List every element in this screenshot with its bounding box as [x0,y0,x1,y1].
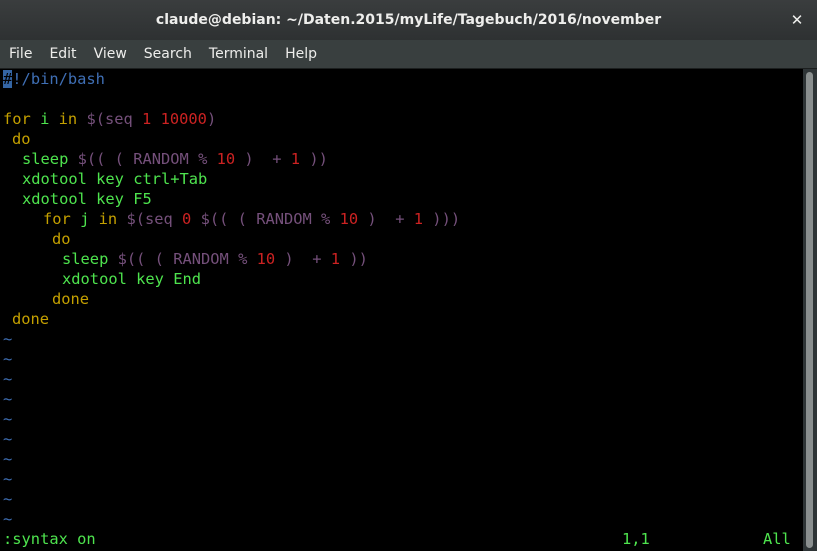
empty-line-marker: ~ [3,470,13,488]
code-line-3: for i in $(seq 1 10000) [3,109,216,129]
number: 0 [182,210,192,228]
empty-line-marker: ~ [3,450,13,468]
substitution: $(seq [77,110,143,128]
code-line-4: do [12,129,31,149]
command-sleep: sleep [22,150,69,168]
code-line-6: xdotool key ctrl+Tab [22,170,208,188]
empty-line-marker: ~ [3,330,13,348]
substitution: ))) [423,210,461,228]
window-title: claude@debian: ~/Daten.2015/myLife/Tageb… [155,12,662,28]
empty-line-marker: ~ [3,430,13,448]
keyword-do: do [12,130,31,148]
code-line-13: done [12,310,50,328]
scroll-indicator: All [763,530,791,548]
number: 1 [142,110,152,128]
code-line-8: for j in $(seq 0 $(( ( RANDOM % 10 ) + 1… [43,209,460,229]
substitution: $(( ( RANDOM % [108,250,257,268]
empty-line-marker: ~ [3,510,13,528]
code-line-11: xdotool key End [62,270,201,288]
command-sleep: sleep [62,250,109,268]
number: 10 [339,210,359,228]
code-line-10: sleep $(( ( RANDOM % 10 ) + 1 )) [62,249,368,269]
number: 10000 [160,110,207,128]
menu-view[interactable]: View [77,40,127,68]
cursor-position: 1,1 [622,530,650,548]
menu-bar: File Edit View Search Terminal Help [0,40,817,69]
menu-terminal[interactable]: Terminal [192,40,268,68]
substitution: $(( ( RANDOM % [191,210,340,228]
empty-line-marker: ~ [3,490,13,508]
menu-search[interactable]: Search [127,40,192,68]
menu-edit[interactable]: Edit [32,40,76,68]
code-line-7: xdotool key F5 [22,190,152,208]
loop-variable: j [70,210,99,228]
number: 10 [216,150,236,168]
menu-file[interactable]: File [0,40,32,68]
substitution: ) + [358,210,414,228]
loop-variable: i [30,110,59,128]
keyword-in: in [58,110,78,128]
title-bar[interactable]: claude@debian: ~/Daten.2015/myLife/Tageb… [0,0,817,40]
number: 10 [256,250,276,268]
code-line-9: do [52,229,71,249]
substitution: )) [300,150,328,168]
shebang: !/bin/bash [12,70,105,88]
empty-line-marker: ~ [3,370,13,388]
scrollbar-thumb[interactable] [806,72,813,548]
code-line-1: #!/bin/bash [3,69,105,89]
text-cursor: # [3,70,13,88]
number: 1 [413,210,424,228]
keyword-in: in [98,210,118,228]
keyword-do: do [52,230,71,248]
vim-command-line: :syntax on [3,530,96,548]
substitution: $(seq [117,210,183,228]
empty-line-marker: ~ [3,390,13,408]
vertical-scrollbar[interactable] [803,69,817,551]
keyword-for: for [3,110,31,128]
terminal-area[interactable]: #!/bin/bash for i in $(seq 1 10000) do s… [0,69,803,551]
substitution: ) [206,110,217,128]
substitution: ) + [235,150,291,168]
substitution: $(( ( RANDOM % [68,150,217,168]
substitution: ) + [275,250,331,268]
keyword-for: for [43,210,71,228]
terminal-window: claude@debian: ~/Daten.2015/myLife/Tageb… [0,0,817,551]
menu-help[interactable]: Help [268,40,317,68]
code-line-5: sleep $(( ( RANDOM % 10 ) + 1 )) [22,149,328,169]
number: 1 [290,150,301,168]
empty-line-marker: ~ [3,350,13,368]
code-line-12: done [52,290,90,308]
empty-line-marker: ~ [3,410,13,428]
substitution: )) [340,250,368,268]
close-icon[interactable]: ✕ [787,10,807,30]
number: 1 [330,250,341,268]
